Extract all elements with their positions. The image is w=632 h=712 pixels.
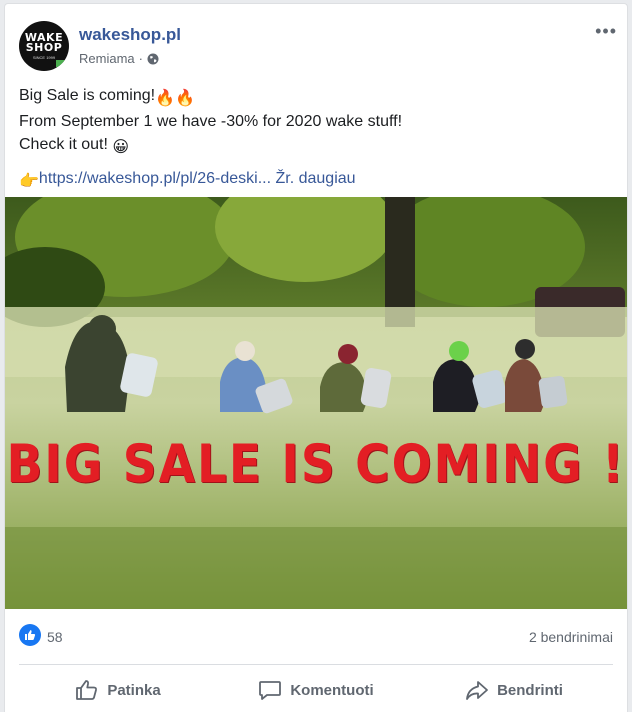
- post-image[interactable]: BIG SALE IS COMING !: [5, 197, 627, 609]
- grin-emoji-icon: 😀: [112, 139, 130, 156]
- post-text: Big Sale is coming!🔥🔥 From September 1 w…: [19, 84, 613, 193]
- post-meta: Remiama ·: [79, 51, 159, 66]
- post-text-line-3: Check it out! 😀: [19, 133, 613, 159]
- like-reaction-icon[interactable]: [19, 624, 41, 646]
- page-name-link[interactable]: wakeshop.pl: [79, 25, 181, 45]
- see-more-link[interactable]: Žr. daugiau: [276, 170, 356, 187]
- avatar[interactable]: WAKE SHOP SINCE 1999: [19, 21, 69, 71]
- sponsored-label[interactable]: Remiama: [79, 51, 135, 66]
- pointing-hand-emoji-icon: 👉: [19, 173, 39, 190]
- avatar-badge: [56, 60, 65, 67]
- globe-icon[interactable]: [147, 53, 159, 65]
- meta-separator: ·: [138, 51, 143, 66]
- shares-count[interactable]: 2 bendrinimai: [529, 629, 613, 645]
- post-header: WAKE SHOP SINCE 1999 wakeshop.pl Remiama…: [19, 21, 616, 75]
- share-button[interactable]: Bendrinti: [415, 668, 613, 712]
- thumbs-up-icon: [75, 679, 99, 701]
- post-text-line-2: From September 1 we have -30% for 2020 w…: [19, 113, 403, 130]
- like-button[interactable]: Patinka: [19, 668, 217, 712]
- likes-count[interactable]: 58: [47, 629, 63, 645]
- more-options-icon[interactable]: •••: [595, 21, 617, 42]
- comment-button-label: Komentuoti: [290, 681, 374, 699]
- post-actions: Patinka Komentuoti Bendrinti: [19, 668, 613, 712]
- avatar-logo: WAKE SHOP: [24, 31, 64, 54]
- comment-icon: [258, 679, 282, 701]
- fire-emoji-icon: 🔥🔥: [155, 90, 195, 107]
- share-button-label: Bendrinti: [497, 681, 563, 699]
- post-link-line: 👉https://wakeshop.pl/pl/26-deski... Žr. …: [19, 167, 613, 193]
- post-text-line-1: Big Sale is coming!🔥🔥: [19, 84, 613, 110]
- share-icon: [465, 679, 489, 701]
- actions-divider: [19, 664, 613, 665]
- like-button-label: Patinka: [107, 681, 161, 699]
- post-link[interactable]: https://wakeshop.pl/pl/26-deski...: [39, 170, 271, 187]
- post-stats: 58 2 bendrinimai: [19, 622, 613, 648]
- post-card: WAKE SHOP SINCE 1999 wakeshop.pl Remiama…: [4, 3, 628, 712]
- comment-button[interactable]: Komentuoti: [217, 668, 415, 712]
- image-caption: BIG SALE IS COMING !: [6, 433, 626, 496]
- post-image-scene: [5, 197, 627, 609]
